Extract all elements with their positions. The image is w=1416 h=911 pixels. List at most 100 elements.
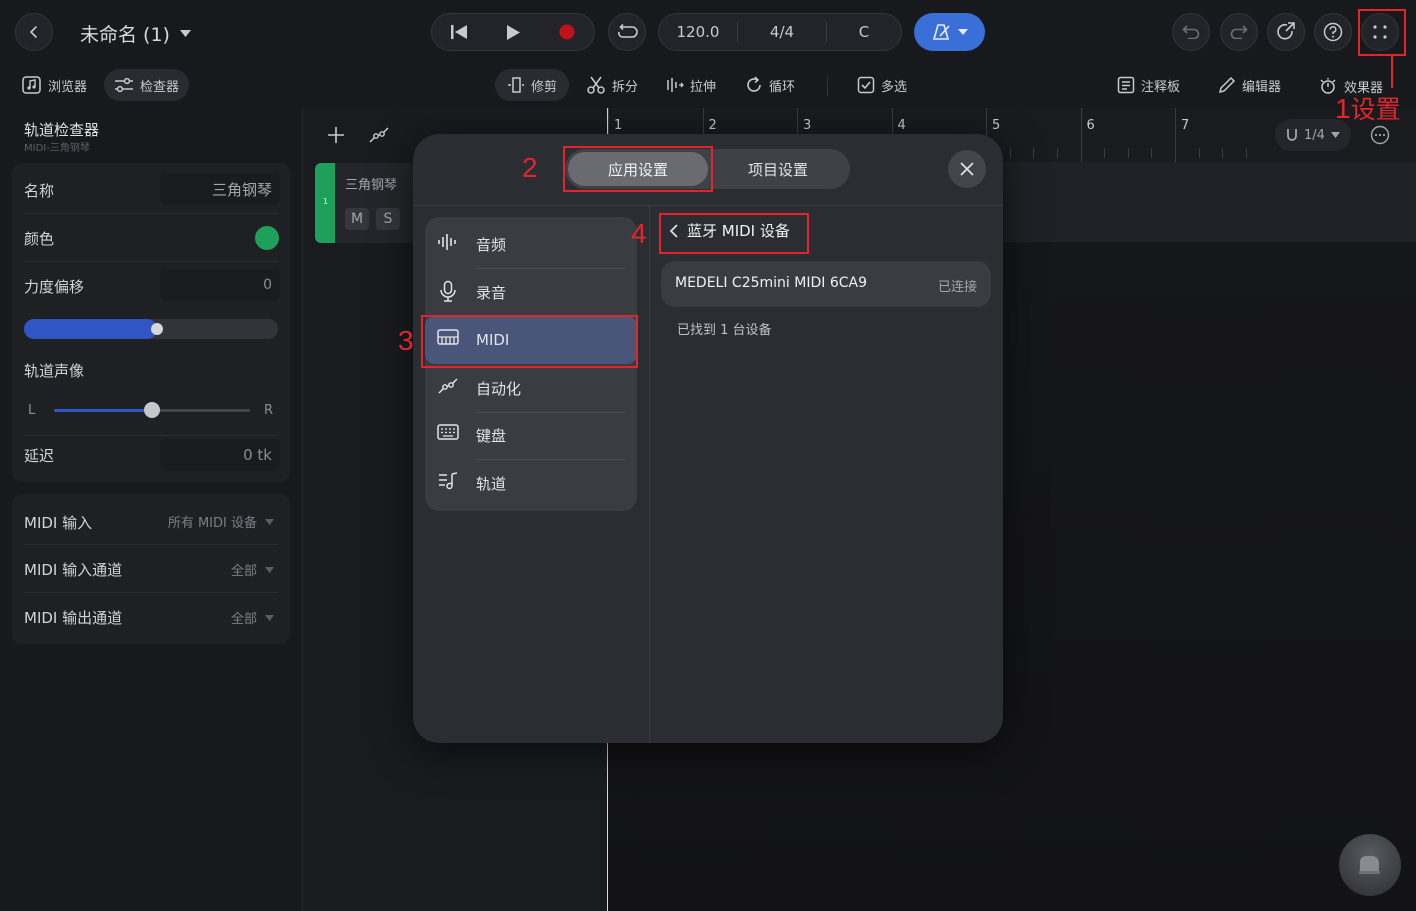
caret-down-icon	[179, 29, 191, 37]
pan-slider-thumb[interactable]	[144, 402, 160, 418]
track-name: 三角钢琴	[345, 178, 398, 193]
delay-field[interactable]: 0 tk	[160, 439, 280, 471]
nav-audio[interactable]: 音频	[425, 220, 637, 268]
annotation-box-app-settings	[563, 146, 713, 192]
split-label: 拆分	[612, 79, 639, 95]
inspector-button[interactable]: 检查器	[104, 69, 190, 101]
undo-button[interactable]	[1172, 13, 1210, 51]
metronome-icon	[932, 24, 950, 40]
track-color-swatch[interactable]	[255, 226, 279, 250]
nav-track-label: 轨道	[476, 474, 507, 493]
pan-right-label: R	[264, 403, 274, 418]
more-options-button[interactable]	[1370, 125, 1390, 145]
redo-button[interactable]	[1220, 13, 1258, 51]
device-row[interactable]: MEDELI C25mini MIDI 6CA9 已连接	[661, 261, 991, 307]
inspector-title: 轨道检查器	[24, 121, 100, 139]
divider	[24, 435, 278, 436]
ruler-bar-number: 5	[992, 118, 1001, 133]
loop-toggle-button[interactable]	[608, 13, 646, 51]
editor-button[interactable]: 编辑器	[1218, 69, 1281, 101]
nav-keyboard-label: 键盘	[476, 426, 507, 445]
project-title: 未命名 (1)	[80, 24, 170, 46]
cycle-icon	[747, 76, 761, 92]
more-dots-icon	[1370, 125, 1390, 145]
device-name: MEDELI C25mini MIDI 6CA9	[675, 275, 867, 291]
add-track-button[interactable]	[326, 125, 346, 145]
midi-output-channel-select[interactable]: 全部	[231, 608, 274, 627]
multiselect-tool-button[interactable]: 多选	[857, 69, 907, 101]
stretch-tool-button[interactable]: 拉伸	[666, 69, 716, 101]
track-number: 1	[323, 197, 329, 206]
midi-input-select[interactable]: 所有 MIDI 设备	[168, 512, 274, 531]
pan-slider[interactable]	[54, 402, 250, 418]
automation-toggle-button[interactable]	[368, 125, 390, 145]
caret-down-icon	[265, 614, 274, 621]
annotation-number-2: 2	[522, 152, 538, 183]
transport-group	[431, 13, 595, 51]
ruler-bar-number: 4	[897, 118, 906, 133]
help-button[interactable]	[1314, 13, 1352, 51]
divider	[413, 205, 1003, 206]
nav-track[interactable]: 轨道	[425, 459, 637, 507]
track-header[interactable]: 1 三角钢琴 M S	[315, 163, 425, 243]
export-icon	[1277, 22, 1295, 40]
annotation-label-1: 1 设置	[1335, 90, 1401, 126]
tempo-display[interactable]: 120.0 4/4 C	[658, 13, 902, 51]
midi-input-channel-label: MIDI 输入通道	[24, 561, 123, 579]
snap-value: 1/4	[1304, 127, 1325, 143]
notepad-button[interactable]: 注释板	[1117, 69, 1180, 101]
delay-label: 延迟	[24, 447, 55, 465]
skip-to-start-icon	[451, 25, 467, 39]
solo-button[interactable]: S	[376, 208, 400, 230]
notepad-icon	[1117, 76, 1135, 94]
name-label: 名称	[24, 182, 55, 200]
ruler-beat-tick	[1222, 148, 1224, 158]
project-title-dropdown[interactable]: 未命名 (1)	[80, 20, 191, 47]
browser-label: 浏览器	[48, 79, 88, 95]
midi-input-channel-select[interactable]: 全部	[231, 560, 274, 579]
instrument-button[interactable]	[1339, 834, 1401, 896]
mute-button[interactable]: M	[345, 208, 369, 230]
midi-output-channel-label: MIDI 输出通道	[24, 609, 123, 627]
loop-icon	[618, 24, 638, 38]
tempo-value[interactable]: 120.0	[659, 23, 737, 41]
ruler-bar-line	[1080, 108, 1082, 162]
velocity-slider-thumb[interactable]	[151, 323, 163, 335]
tool-bar: 浏览器 检查器 修剪 拆分 拉伸 循环 多选 注释板 编辑器 效果器	[0, 62, 1416, 109]
color-label: 颜色	[24, 230, 55, 248]
metronome-button[interactable]	[914, 13, 985, 51]
midi-input-channel-value: 全部	[230, 564, 257, 579]
nav-keyboard[interactable]: 键盘	[425, 411, 637, 459]
ruler-bar-number: 6	[1086, 118, 1095, 133]
record-icon	[559, 24, 575, 40]
ruler-bar-number: 1	[614, 118, 623, 133]
record-button[interactable]	[540, 24, 594, 40]
velocity-offset-field[interactable]: 0	[160, 269, 280, 301]
track-name-field[interactable]: 三角钢琴	[160, 173, 280, 205]
automation-curve-icon	[369, 127, 389, 143]
undo-icon	[1182, 25, 1200, 39]
close-button[interactable]	[948, 150, 986, 188]
annotation-number-4: 4	[631, 218, 647, 249]
magnet-icon	[1287, 129, 1297, 141]
nav-recording[interactable]: 录音	[425, 268, 637, 316]
time-signature[interactable]: 4/4	[738, 23, 826, 41]
caret-down-icon	[1330, 132, 1340, 138]
loop-tool-button[interactable]: 循环	[745, 69, 795, 101]
annotation-number-3: 3	[398, 325, 414, 356]
trim-tool-button[interactable]: 修剪	[495, 69, 570, 101]
export-button[interactable]	[1267, 13, 1305, 51]
tab-project-settings[interactable]: 项目设置	[708, 152, 848, 186]
nav-automation[interactable]: 自动化	[425, 364, 637, 412]
play-button[interactable]	[486, 24, 540, 41]
split-tool-button[interactable]: 拆分	[586, 69, 638, 101]
velocity-slider[interactable]	[24, 319, 278, 339]
back-button[interactable]	[15, 13, 53, 51]
rewind-button[interactable]	[432, 24, 486, 40]
inspector-subtitle: MIDI-三角钢琴	[24, 143, 90, 154]
plus-icon	[328, 127, 344, 143]
track-color-strip: 1	[315, 163, 335, 243]
browser-button[interactable]: 浏览器	[22, 69, 87, 101]
key-signature[interactable]: C	[827, 23, 901, 41]
close-icon	[960, 162, 974, 176]
